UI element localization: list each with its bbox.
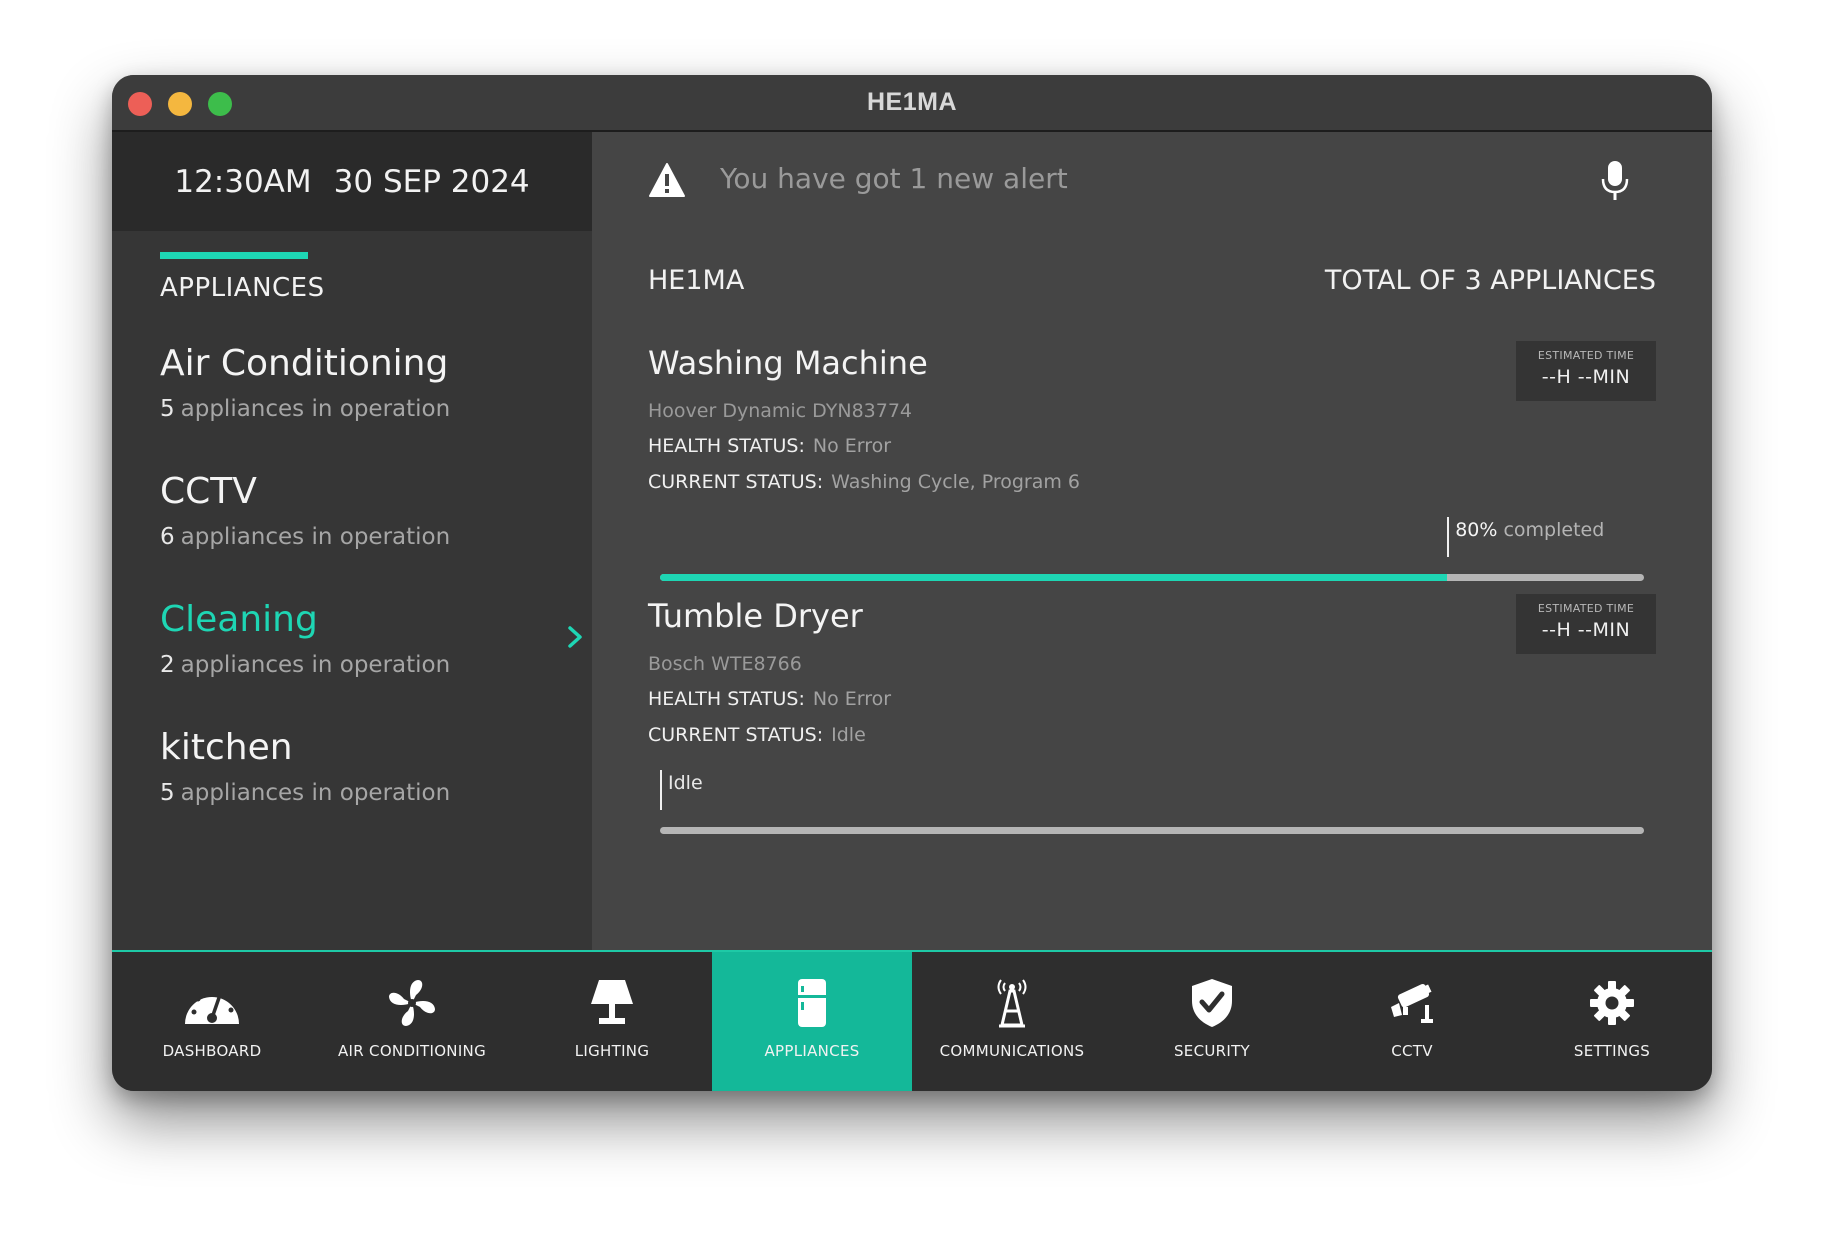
category-count: 2	[160, 652, 175, 678]
sidebar-heading: APPLIANCES	[160, 273, 325, 303]
appliance-title: Washing Machine	[648, 344, 928, 382]
health-status-value: No Error	[812, 688, 892, 710]
current-status-value: Idle	[831, 724, 866, 746]
window-title: HE1MA	[866, 88, 957, 116]
sidebar: 12:30AM 30 SEP 2024 APPLIANCES Air Condi…	[112, 132, 592, 950]
estimated-time-box: ESTIMATED TIME --H --MIN	[1516, 341, 1656, 401]
appliance-model: Bosch WTE8766	[648, 653, 802, 675]
estimated-time-value: --H --MIN	[1541, 366, 1631, 388]
nav-label: LIGHTING	[574, 1042, 650, 1060]
estimated-time-label: ESTIMATED TIME	[1537, 349, 1635, 362]
current-status-label: CURRENT STATUS:	[648, 724, 824, 746]
nav-label: APPLIANCES	[764, 1042, 860, 1060]
alert-bar[interactable]: You have got 1 new alert	[592, 132, 1712, 232]
category-cleaning[interactable]: Cleaning 2 appliances in operation	[160, 598, 582, 678]
category-title: CCTV	[160, 471, 257, 512]
nav-settings[interactable]: SETTINGS	[1512, 952, 1712, 1091]
category-count: 6	[160, 524, 175, 550]
category-subtitle: 6 appliances in operation	[160, 524, 560, 550]
progress-percent-text: 80%	[1455, 519, 1498, 541]
nav-label: CCTV	[1391, 1042, 1433, 1060]
section-underline	[160, 252, 308, 259]
category-suffix: appliances in operation	[180, 396, 451, 422]
health-status-label: HEALTH STATUS:	[648, 688, 805, 710]
category-cctv[interactable]: CCTV 6 appliances in operation	[160, 470, 560, 550]
category-title: kitchen	[160, 727, 293, 768]
category-title: Air Conditioning	[160, 343, 449, 384]
warning-icon	[649, 163, 685, 197]
progress-track	[660, 827, 1644, 834]
alert-text: You have got 1 new alert	[720, 162, 1068, 195]
category-count: 5	[160, 780, 175, 806]
dashboard-gauge-icon	[181, 976, 243, 1030]
category-count: 5	[160, 396, 175, 422]
app-window: HE1MA 12:30AM 30 SEP 2024 APPLIANCES Air…	[112, 75, 1712, 1091]
health-status: HEALTH STATUS: No Error	[648, 688, 891, 710]
appliance-total: TOTAL OF 3 APPLIANCES	[1324, 265, 1656, 296]
health-status: HEALTH STATUS: No Error	[648, 435, 891, 457]
home-name: HE1MA	[648, 265, 745, 296]
gear-icon	[1581, 976, 1643, 1030]
category-suffix: appliances in operation	[180, 652, 451, 678]
progress-marker	[660, 770, 662, 810]
estimated-time-box: ESTIMATED TIME --H --MIN	[1516, 594, 1656, 654]
nav-air-conditioning[interactable]: AIR CONDITIONING	[312, 952, 512, 1091]
bottom-navigation: DASHBOARD AIR CONDITIONING LIGHTING APPL…	[112, 950, 1712, 1091]
category-suffix: appliances in operation	[180, 524, 451, 550]
current-status-label: CURRENT STATUS:	[648, 471, 824, 493]
category-subtitle: 5 appliances in operation	[160, 396, 560, 422]
estimated-time-value: --H --MIN	[1541, 619, 1631, 641]
fan-icon	[381, 976, 443, 1030]
nav-lighting[interactable]: LIGHTING	[512, 952, 712, 1091]
lamp-icon	[581, 976, 643, 1030]
clock-date: 30 SEP 2024	[333, 163, 530, 200]
main-panel: You have got 1 new alert HE1MA TOTAL OF …	[592, 132, 1712, 950]
category-suffix: appliances in operation	[180, 780, 451, 806]
progress-completed-text: completed	[1497, 519, 1605, 541]
progress-marker	[1447, 517, 1450, 557]
nav-appliances[interactable]: APPLIANCES	[712, 952, 912, 1091]
appliance-title: Tumble Dryer	[648, 597, 863, 635]
progress-fill	[660, 574, 1448, 581]
title-bar: HE1MA	[112, 75, 1712, 132]
current-status: CURRENT STATUS: Idle	[648, 724, 866, 746]
nav-cctv[interactable]: CCTV	[1312, 952, 1512, 1091]
progress-label: Idle	[668, 772, 703, 794]
progress-track	[660, 574, 1644, 581]
antenna-tower-icon	[981, 976, 1043, 1030]
nav-communications[interactable]: COMMUNICATIONS	[912, 952, 1112, 1091]
microphone-icon[interactable]	[1600, 160, 1630, 202]
security-camera-icon	[1381, 976, 1443, 1030]
chevron-right-icon	[568, 626, 582, 648]
nav-label: AIR CONDITIONING	[337, 1042, 487, 1060]
clock-time: 12:30AM	[174, 163, 312, 200]
nav-label: SETTINGS	[1573, 1042, 1651, 1060]
health-status-label: HEALTH STATUS:	[648, 435, 805, 457]
health-status-value: No Error	[812, 435, 892, 457]
current-status: CURRENT STATUS: Washing Cycle, Program 6	[648, 471, 1080, 493]
nav-label: COMMUNICATIONS	[939, 1042, 1085, 1060]
category-air-conditioning[interactable]: Air Conditioning 5 appliances in operatio…	[160, 342, 560, 422]
category-subtitle: 5 appliances in operation	[160, 780, 560, 806]
progress-label: 80% completed	[1455, 519, 1604, 541]
category-subtitle: 2 appliances in operation	[160, 652, 560, 678]
nav-security[interactable]: SECURITY	[1112, 952, 1312, 1091]
current-status-value: Washing Cycle, Program 6	[831, 471, 1081, 493]
nav-label: SECURITY	[1173, 1042, 1251, 1060]
nav-dashboard[interactable]: DASHBOARD	[112, 952, 312, 1091]
fridge-icon	[781, 976, 843, 1030]
category-kitchen[interactable]: kitchen 5 appliances in operation	[160, 726, 560, 806]
appliance-model: Hoover Dynamic DYN83774	[648, 400, 913, 422]
estimated-time-label: ESTIMATED TIME	[1537, 602, 1635, 615]
nav-label: DASHBOARD	[162, 1042, 262, 1060]
shield-check-icon	[1181, 976, 1243, 1030]
clock-bar: 12:30AM 30 SEP 2024	[112, 132, 592, 231]
category-title: Cleaning	[160, 599, 318, 640]
